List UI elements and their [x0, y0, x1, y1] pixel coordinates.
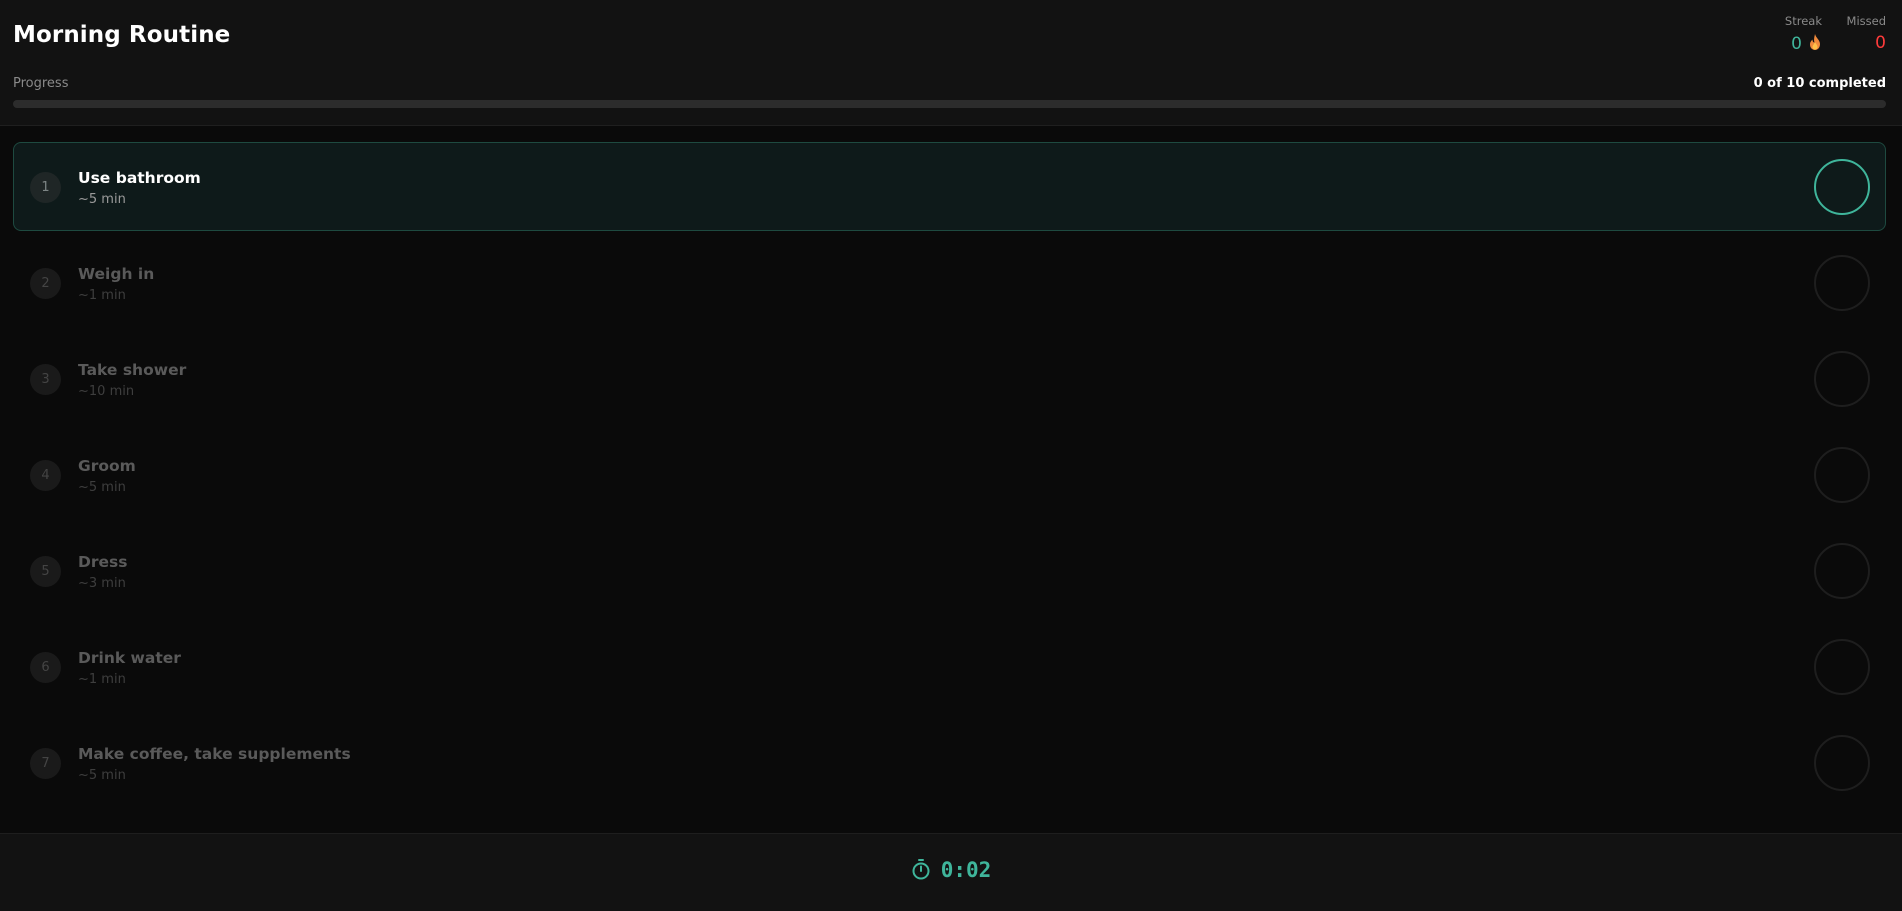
- timer-value: 0:02: [940, 858, 992, 882]
- flame-icon: [1810, 34, 1820, 50]
- task-number: 2: [30, 268, 61, 299]
- task-row[interactable]: 7 Make coffee, take supplements ~5 min: [13, 718, 1886, 807]
- task-name: Groom: [78, 457, 136, 475]
- task-name: Weigh in: [78, 265, 155, 283]
- task-name: Drink water: [78, 649, 181, 667]
- header: Morning Routine Streak 0 Missed 0 Progre…: [0, 0, 1902, 126]
- progress-label: Progress: [13, 76, 69, 91]
- complete-task-button[interactable]: [1814, 351, 1870, 407]
- complete-task-button[interactable]: [1814, 159, 1870, 215]
- progress-count: 0 of 10 completed: [1753, 76, 1886, 91]
- task-number: 5: [30, 556, 61, 587]
- complete-task-button[interactable]: [1814, 735, 1870, 791]
- timer: 0:02: [0, 858, 1902, 882]
- task-number: 4: [30, 460, 61, 491]
- complete-task-button[interactable]: [1814, 447, 1870, 503]
- complete-task-button[interactable]: [1814, 255, 1870, 311]
- task-row[interactable]: 3 Take shower ~10 min: [13, 334, 1886, 423]
- task-number: 1: [30, 172, 61, 203]
- task-row[interactable]: 2 Weigh in ~1 min: [13, 238, 1886, 327]
- task-row[interactable]: 5 Dress ~3 min: [13, 526, 1886, 615]
- task-duration: ~5 min: [78, 768, 126, 783]
- task-duration: ~5 min: [78, 192, 126, 207]
- complete-task-button[interactable]: [1814, 639, 1870, 695]
- progress-bar: [13, 100, 1886, 108]
- missed-label: Missed: [1846, 14, 1886, 28]
- task-number: 6: [30, 652, 61, 683]
- task-list: 1 Use bathroom ~5 min 2 Weigh in ~1 min 3 Take …: [13, 142, 1886, 814]
- task-number: 7: [30, 748, 61, 779]
- complete-task-button[interactable]: [1814, 543, 1870, 599]
- task-row[interactable]: 4 Groom ~5 min: [13, 430, 1886, 519]
- task-row[interactable]: 1 Use bathroom ~5 min: [13, 142, 1886, 231]
- task-duration: ~1 min: [78, 672, 126, 687]
- task-duration: ~1 min: [78, 288, 126, 303]
- task-row[interactable]: 6 Drink water ~1 min: [13, 622, 1886, 711]
- task-name: Dress: [78, 553, 128, 571]
- streak-value: 0: [1791, 34, 1802, 54]
- task-name: Make coffee, take supplements: [78, 745, 351, 763]
- page-title: Morning Routine: [13, 22, 231, 48]
- streak-stat: Streak 0: [1762, 14, 1822, 54]
- streak-label: Streak: [1784, 14, 1822, 28]
- task-name: Use bathroom: [78, 169, 201, 187]
- task-duration: ~10 min: [78, 384, 135, 399]
- missed-stat: Missed 0: [1836, 14, 1886, 53]
- task-number: 3: [30, 364, 61, 395]
- task-duration: ~5 min: [78, 480, 126, 495]
- task-name: Take shower: [78, 361, 187, 379]
- missed-value: 0: [1875, 33, 1886, 53]
- stopwatch-icon: [912, 859, 930, 880]
- footer: 0:02: [0, 833, 1902, 911]
- task-duration: ~3 min: [78, 576, 126, 591]
